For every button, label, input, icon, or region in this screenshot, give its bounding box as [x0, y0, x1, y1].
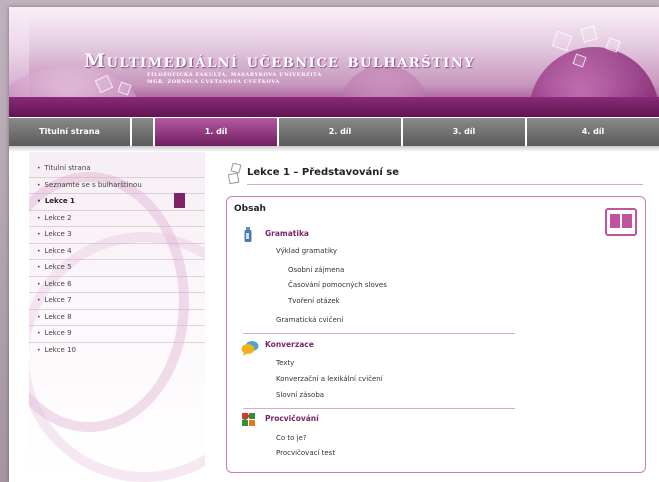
link-casovani-sloves[interactable]: Časování pomocných sloves	[288, 281, 387, 289]
tab-titulni-strana[interactable]: Titulní strana	[9, 118, 132, 146]
link-osobni-zajmena[interactable]: Osobní zájmena	[288, 266, 344, 274]
bullet-icon: •	[37, 280, 41, 288]
bullet-icon: •	[37, 165, 41, 172]
sidebar-item-seznamte-se[interactable]: • Seznamte se s bulharštinou	[29, 178, 205, 194]
sidebar-item-lekce-3[interactable]: • Lekce 3	[29, 227, 205, 244]
link-slovni-zasoba[interactable]: Slovní zásoba	[276, 391, 324, 399]
tab-dil-3[interactable]: 3. díl	[403, 118, 527, 146]
sidebar-item-lekce-9[interactable]: • Lekce 9	[29, 326, 205, 343]
link-procvicovaci-test[interactable]: Procvičovací test	[276, 449, 335, 457]
speech-bubble-icon	[241, 341, 259, 356]
title-divider	[247, 184, 643, 185]
section-divider	[243, 408, 515, 409]
link-texty[interactable]: Texty	[276, 359, 294, 367]
link-gramaticka-cviceni[interactable]: Gramatická cvičení	[276, 316, 343, 324]
section-divider	[243, 333, 515, 334]
sidebar-item-lekce-2[interactable]: • Lekce 2	[29, 211, 205, 227]
section-title-procvicovani: Procvičování	[265, 414, 319, 423]
sidebar-item-lekce-10[interactable]: • Lekce 10	[29, 343, 205, 359]
bullet-icon: •	[37, 181, 41, 189]
sidebar-item-lekce-6[interactable]: • Lekce 6	[29, 277, 205, 293]
page: Multimediální učebnice bulharštiny Filoz…	[9, 7, 659, 482]
bullet-icon: •	[37, 214, 41, 222]
sidebar-item-titulni-strana[interactable]: • Titulní strana	[29, 161, 205, 178]
site-header: Multimediální učebnice bulharštiny Filoz…	[9, 7, 659, 117]
site-title: Multimediální učebnice bulharštiny	[84, 50, 476, 72]
bottle-icon	[244, 227, 252, 242]
tab-dil-1[interactable]: 1. díl	[155, 118, 279, 146]
site-subtitle-faculty: Filozofická fakulta, Masarykova univerzi…	[147, 72, 322, 78]
link-tvoreni-otazek[interactable]: Tvoření otázek	[288, 297, 340, 305]
bullet-icon: •	[37, 346, 41, 354]
link-vyklad-gramatiky[interactable]: Výklad gramatiky	[276, 247, 337, 255]
section-title-gramatika: Gramatika	[265, 229, 309, 238]
sidebar-item-lekce-4[interactable]: • Lekce 4	[29, 244, 205, 260]
bullet-icon: •	[37, 231, 41, 238]
bullet-icon: •	[37, 198, 41, 205]
sidebar-item-lekce-8[interactable]: • Lekce 8	[29, 310, 205, 326]
active-item-marker	[174, 193, 185, 208]
bullet-icon: •	[37, 247, 41, 255]
bullet-icon: •	[37, 264, 41, 271]
contents-box: Obsah Gramatika Výklad gramatiky Osobní …	[226, 196, 646, 473]
tab-spacer	[132, 118, 155, 146]
section-title-konverzace: Konverzace	[265, 340, 314, 349]
link-co-to-je[interactable]: Co to je?	[276, 434, 307, 442]
site-subtitle-author: Mgr. Zornica Cvetanova Cvetkova	[147, 79, 280, 85]
sidebar-menu: • Titulní strana • Seznamte se s bulharšti…	[29, 161, 205, 358]
bullet-icon: •	[37, 297, 41, 304]
bullet-icon: •	[37, 313, 41, 321]
header-strip	[9, 97, 659, 117]
sidebar-item-lekce-5[interactable]: • Lekce 5	[29, 260, 205, 277]
lesson-title: Lekce 1 – Představování se	[247, 167, 400, 178]
sidebar-item-lekce-7[interactable]: • Lekce 7	[29, 293, 205, 310]
tab-dil-2[interactable]: 2. díl	[279, 118, 403, 146]
book-icon	[605, 208, 637, 236]
puzzle-icon	[242, 413, 255, 426]
contents-heading: Obsah	[234, 204, 266, 214]
tab-dil-4[interactable]: 4. díl	[527, 118, 659, 146]
bullet-icon: •	[37, 330, 41, 337]
main-nav: Titulní strana 1. díl 2. díl 3. díl 4. d…	[9, 118, 659, 146]
link-konverzacni-cviceni[interactable]: Konverzační a lexikální cvičení	[276, 375, 383, 383]
lesson-cube-icon	[228, 163, 242, 185]
